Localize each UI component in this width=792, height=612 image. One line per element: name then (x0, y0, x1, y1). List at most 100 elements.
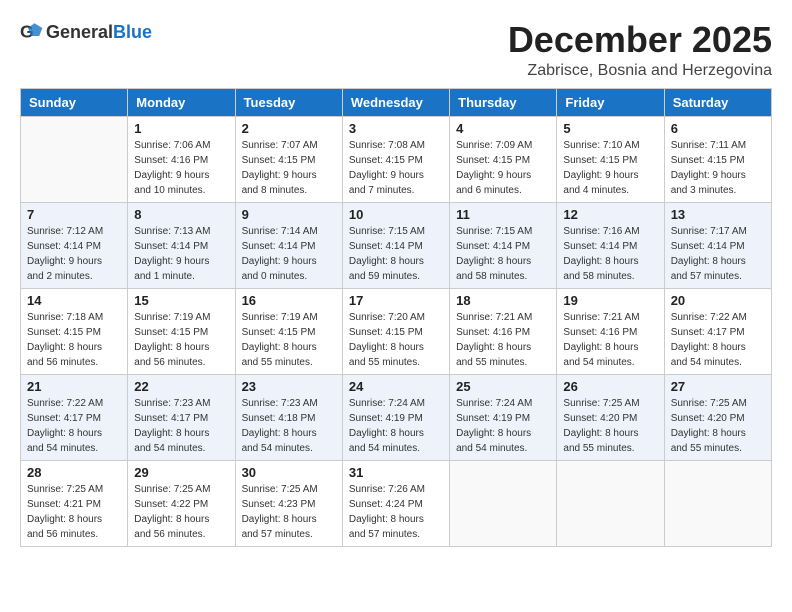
calendar-day-cell: 12Sunrise: 7:16 AM Sunset: 4:14 PM Dayli… (557, 202, 664, 288)
logo: G GeneralBlue (20, 20, 152, 44)
calendar-table: SundayMondayTuesdayWednesdayThursdayFrid… (20, 88, 772, 547)
day-number: 14 (27, 293, 121, 308)
logo-blue: Blue (113, 22, 152, 42)
logo-icon: G (20, 20, 44, 44)
calendar-day-cell: 23 Sunrise: 7:23 AM Sunset: 4:18 PM Dayli… (235, 374, 342, 460)
day-number: 5 (563, 121, 657, 136)
day-number: 20 (671, 293, 765, 308)
day-info: Sunrise: 7:21 AM Sunset: 4:16 PM Dayligh… (563, 310, 657, 370)
day-number: 25 (456, 379, 550, 394)
weekday-header: Friday (557, 88, 664, 116)
calendar-day-cell: 7 Sunrise: 7:12 AM Sunset: 4:14 PM Daylig… (21, 202, 128, 288)
day-info: Sunrise: 7:19 AM Sunset: 4:15 PM Dayligh… (242, 310, 336, 370)
day-info: Sunrise: 7:23 AM Sunset: 4:18 PM Dayligh… (242, 396, 336, 456)
calendar-day-cell: 5Sunrise: 7:10 AM Sunset: 4:15 PM Daylig… (557, 116, 664, 202)
day-info: Sunrise: 7:25 AM Sunset: 4:20 PM Dayligh… (671, 396, 765, 456)
day-number: 18 (456, 293, 550, 308)
day-number: 29 (134, 465, 228, 480)
calendar-day-cell: 25 Sunrise: 7:24 AM Sunset: 4:19 PM Dayli… (450, 374, 557, 460)
weekday-header: Sunday (21, 88, 128, 116)
calendar-week-row: 1 Sunrise: 7:06 AM Sunset: 4:16 PM Daylig… (21, 116, 772, 202)
day-info: Sunrise: 7:24 AM Sunset: 4:19 PM Dayligh… (349, 396, 443, 456)
day-info: Sunrise: 7:14 AM Sunset: 4:14 PM Dayligh… (242, 224, 336, 284)
calendar-header-row: SundayMondayTuesdayWednesdayThursdayFrid… (21, 88, 772, 116)
calendar-week-row: 21 Sunrise: 7:22 AM Sunset: 4:17 PM Dayli… (21, 374, 772, 460)
calendar-empty-cell (557, 460, 664, 546)
logo-text: GeneralBlue (46, 22, 152, 43)
page-header: G GeneralBlue December 2025 Zabrisce, Bo… (20, 20, 772, 80)
day-info: Sunrise: 7:25 AM Sunset: 4:22 PM Dayligh… (134, 482, 228, 542)
day-number: 13 (671, 207, 765, 222)
calendar-day-cell: 9Sunrise: 7:14 AM Sunset: 4:14 PM Daylig… (235, 202, 342, 288)
calendar-day-cell: 26 Sunrise: 7:25 AM Sunset: 4:20 PM Dayli… (557, 374, 664, 460)
day-number: 2 (242, 121, 336, 136)
day-number: 28 (27, 465, 121, 480)
day-number: 6 (671, 121, 765, 136)
calendar-empty-cell (664, 460, 771, 546)
day-number: 12 (563, 207, 657, 222)
day-info: Sunrise: 7:13 AM Sunset: 4:14 PM Dayligh… (134, 224, 228, 284)
day-number: 16 (242, 293, 336, 308)
day-number: 19 (563, 293, 657, 308)
calendar-day-cell: 10Sunrise: 7:15 AM Sunset: 4:14 PM Dayli… (342, 202, 449, 288)
day-info: Sunrise: 7:25 AM Sunset: 4:23 PM Dayligh… (242, 482, 336, 542)
calendar-day-cell: 22 Sunrise: 7:23 AM Sunset: 4:17 PM Dayli… (128, 374, 235, 460)
day-info: Sunrise: 7:20 AM Sunset: 4:15 PM Dayligh… (349, 310, 443, 370)
calendar-week-row: 14Sunrise: 7:18 AM Sunset: 4:15 PM Dayli… (21, 288, 772, 374)
calendar-empty-cell (21, 116, 128, 202)
day-number: 22 (134, 379, 228, 394)
day-number: 23 (242, 379, 336, 394)
day-number: 31 (349, 465, 443, 480)
day-info: Sunrise: 7:22 AM Sunset: 4:17 PM Dayligh… (671, 310, 765, 370)
day-number: 8 (134, 207, 228, 222)
calendar-day-cell: 18 Sunrise: 7:21 AM Sunset: 4:16 PM Dayli… (450, 288, 557, 374)
day-info: Sunrise: 7:22 AM Sunset: 4:17 PM Dayligh… (27, 396, 121, 456)
calendar-day-cell: 13 Sunrise: 7:17 AM Sunset: 4:14 PM Dayli… (664, 202, 771, 288)
calendar-day-cell: 1 Sunrise: 7:06 AM Sunset: 4:16 PM Daylig… (128, 116, 235, 202)
day-number: 30 (242, 465, 336, 480)
calendar-day-cell: 17 Sunrise: 7:20 AM Sunset: 4:15 PM Dayli… (342, 288, 449, 374)
calendar-day-cell: 14Sunrise: 7:18 AM Sunset: 4:15 PM Dayli… (21, 288, 128, 374)
day-info: Sunrise: 7:07 AM Sunset: 4:15 PM Dayligh… (242, 138, 336, 198)
weekday-header: Monday (128, 88, 235, 116)
day-info: Sunrise: 7:23 AM Sunset: 4:17 PM Dayligh… (134, 396, 228, 456)
day-number: 26 (563, 379, 657, 394)
weekday-header: Tuesday (235, 88, 342, 116)
calendar-day-cell: 31 Sunrise: 7:26 AM Sunset: 4:24 PM Dayli… (342, 460, 449, 546)
day-number: 1 (134, 121, 228, 136)
day-info: Sunrise: 7:17 AM Sunset: 4:14 PM Dayligh… (671, 224, 765, 284)
calendar-week-row: 28 Sunrise: 7:25 AM Sunset: 4:21 PM Dayli… (21, 460, 772, 546)
calendar-day-cell: 20 Sunrise: 7:22 AM Sunset: 4:17 PM Dayli… (664, 288, 771, 374)
calendar-day-cell: 28 Sunrise: 7:25 AM Sunset: 4:21 PM Dayli… (21, 460, 128, 546)
calendar-week-row: 7 Sunrise: 7:12 AM Sunset: 4:14 PM Daylig… (21, 202, 772, 288)
day-number: 21 (27, 379, 121, 394)
calendar-day-cell: 2 Sunrise: 7:07 AM Sunset: 4:15 PM Daylig… (235, 116, 342, 202)
day-number: 7 (27, 207, 121, 222)
day-info: Sunrise: 7:25 AM Sunset: 4:21 PM Dayligh… (27, 482, 121, 542)
title-block: December 2025 Zabrisce, Bosnia and Herze… (508, 20, 772, 80)
day-number: 3 (349, 121, 443, 136)
day-number: 11 (456, 207, 550, 222)
calendar-day-cell: 29 Sunrise: 7:25 AM Sunset: 4:22 PM Dayli… (128, 460, 235, 546)
month-title: December 2025 (508, 20, 772, 60)
day-number: 17 (349, 293, 443, 308)
calendar-day-cell: 4 Sunrise: 7:09 AM Sunset: 4:15 PM Daylig… (450, 116, 557, 202)
weekday-header: Wednesday (342, 88, 449, 116)
weekday-header: Saturday (664, 88, 771, 116)
calendar-day-cell: 27Sunrise: 7:25 AM Sunset: 4:20 PM Dayli… (664, 374, 771, 460)
day-number: 15 (134, 293, 228, 308)
day-info: Sunrise: 7:09 AM Sunset: 4:15 PM Dayligh… (456, 138, 550, 198)
day-info: Sunrise: 7:11 AM Sunset: 4:15 PM Dayligh… (671, 138, 765, 198)
day-number: 4 (456, 121, 550, 136)
day-info: Sunrise: 7:24 AM Sunset: 4:19 PM Dayligh… (456, 396, 550, 456)
day-info: Sunrise: 7:12 AM Sunset: 4:14 PM Dayligh… (27, 224, 121, 284)
day-info: Sunrise: 7:08 AM Sunset: 4:15 PM Dayligh… (349, 138, 443, 198)
day-info: Sunrise: 7:21 AM Sunset: 4:16 PM Dayligh… (456, 310, 550, 370)
day-info: Sunrise: 7:19 AM Sunset: 4:15 PM Dayligh… (134, 310, 228, 370)
day-info: Sunrise: 7:25 AM Sunset: 4:20 PM Dayligh… (563, 396, 657, 456)
day-info: Sunrise: 7:15 AM Sunset: 4:14 PM Dayligh… (349, 224, 443, 284)
day-info: Sunrise: 7:06 AM Sunset: 4:16 PM Dayligh… (134, 138, 228, 198)
day-info: Sunrise: 7:26 AM Sunset: 4:24 PM Dayligh… (349, 482, 443, 542)
calendar-day-cell: 15 Sunrise: 7:19 AM Sunset: 4:15 PM Dayli… (128, 288, 235, 374)
location-subtitle: Zabrisce, Bosnia and Herzegovina (508, 62, 772, 80)
